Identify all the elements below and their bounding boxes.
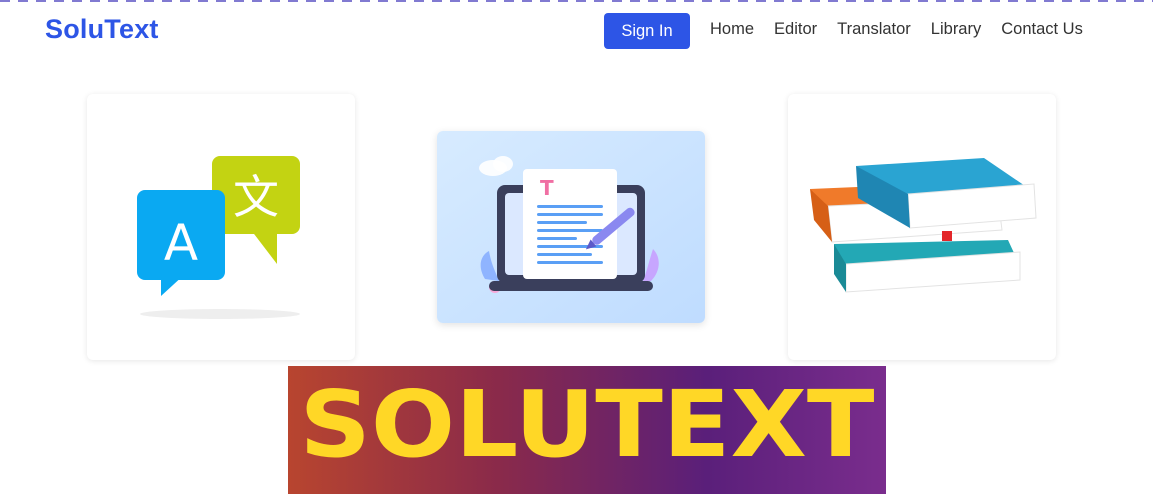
nav-link-editor[interactable]: Editor [774,20,817,39]
nav-link-contact-us[interactable]: Contact Us [1001,20,1083,39]
letter-a: A [164,214,198,272]
nav-link-home[interactable]: Home [710,20,754,39]
sign-in-button[interactable]: Sign In [604,13,690,49]
translate-icon: 文 A [137,156,300,319]
nav-link-translator[interactable]: Translator [837,20,911,39]
nav-links: Home Editor Translator Library Contact U… [710,20,1083,39]
banner-text: SOLUTEXT [300,371,875,478]
chinese-character: 文 [233,170,279,224]
navbar: SoluText Sign In Home Editor Translator … [0,0,1153,64]
brand-logo[interactable]: SoluText [45,14,159,45]
books-library-icon [810,158,1037,293]
translator-card[interactable]: 文 A [87,94,355,360]
letter-t: T [540,176,554,200]
solutext-banner: SOLUTEXT [288,366,886,494]
text-editor-laptop-icon: T [437,131,705,323]
editor-card[interactable]: T [437,131,705,323]
nav-link-library[interactable]: Library [931,20,981,39]
library-card[interactable] [788,94,1056,360]
